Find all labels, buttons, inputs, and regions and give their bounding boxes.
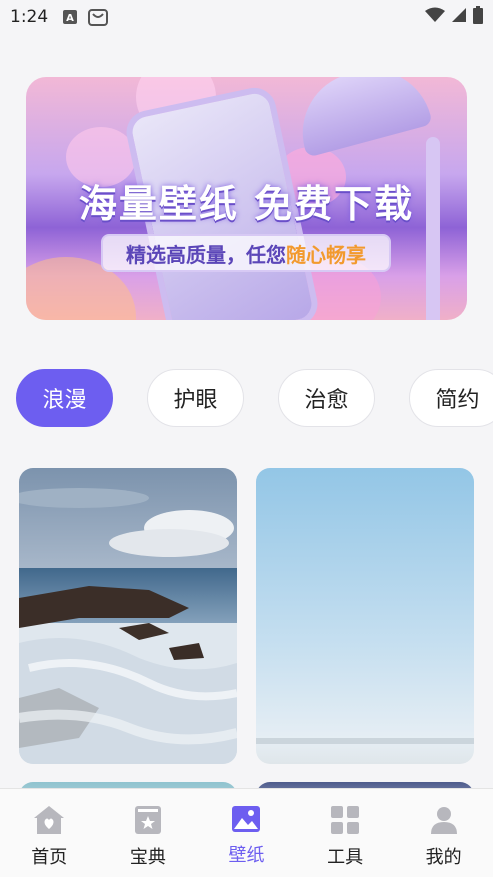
- tag-minimal[interactable]: 简约: [409, 369, 493, 427]
- tab-wallpaper-label: 壁纸: [228, 845, 265, 866]
- svg-text:A: A: [66, 13, 74, 24]
- home-icon: [33, 805, 65, 839]
- status-time: 1:24: [10, 7, 49, 27]
- person-icon: [429, 805, 459, 839]
- wallpaper-card-seascape[interactable]: [19, 468, 237, 764]
- tab-tools-label: 工具: [327, 847, 364, 868]
- banner-subtitle: 精选高质量，任您 随心畅享: [101, 234, 391, 272]
- wallpaper-card-sky[interactable]: [256, 468, 474, 764]
- banner-subtitle-prefix: 精选高质量，任您: [126, 242, 286, 267]
- tab-home[interactable]: 首页: [4, 789, 94, 869]
- sky-image: [256, 468, 474, 764]
- status-bar: 1:24 A: [0, 0, 493, 34]
- tab-guide-label: 宝典: [129, 847, 166, 868]
- status-right: [425, 5, 483, 29]
- bag-icon: [88, 8, 109, 26]
- tag-eye-care[interactable]: 护眼: [147, 369, 244, 427]
- seascape-image: [19, 468, 237, 764]
- wifi-icon: [425, 7, 445, 28]
- banner-subtitle-highlight: 随心畅享: [286, 242, 366, 267]
- tag-healing[interactable]: 治愈: [278, 369, 375, 427]
- signal-icon: [451, 7, 467, 28]
- tab-mine[interactable]: 我的: [399, 789, 489, 869]
- image-icon: [231, 805, 261, 837]
- grid-icon: [330, 805, 360, 839]
- lamp-illustration: [289, 77, 433, 158]
- tab-wallpaper[interactable]: 壁纸: [201, 789, 291, 867]
- bottom-tab-bar: 首页 宝典 壁纸 工具 我的: [0, 788, 493, 877]
- lamp-stand: [426, 137, 440, 320]
- category-tags: 浪漫 护眼 治愈 简约: [16, 369, 493, 427]
- tag-romantic[interactable]: 浪漫: [16, 369, 113, 427]
- tab-home-label: 首页: [31, 847, 68, 868]
- tab-tools[interactable]: 工具: [300, 789, 390, 869]
- a-icon: A: [62, 9, 78, 25]
- battery-icon: [473, 5, 483, 29]
- promo-banner[interactable]: 海量壁纸 免费下载 精选高质量，任您 随心畅享: [26, 77, 467, 320]
- banner-title: 海量壁纸 免费下载: [78, 182, 415, 226]
- tab-mine-label: 我的: [425, 847, 462, 868]
- tab-guide[interactable]: 宝典: [103, 789, 193, 869]
- book-star-icon: [134, 805, 162, 839]
